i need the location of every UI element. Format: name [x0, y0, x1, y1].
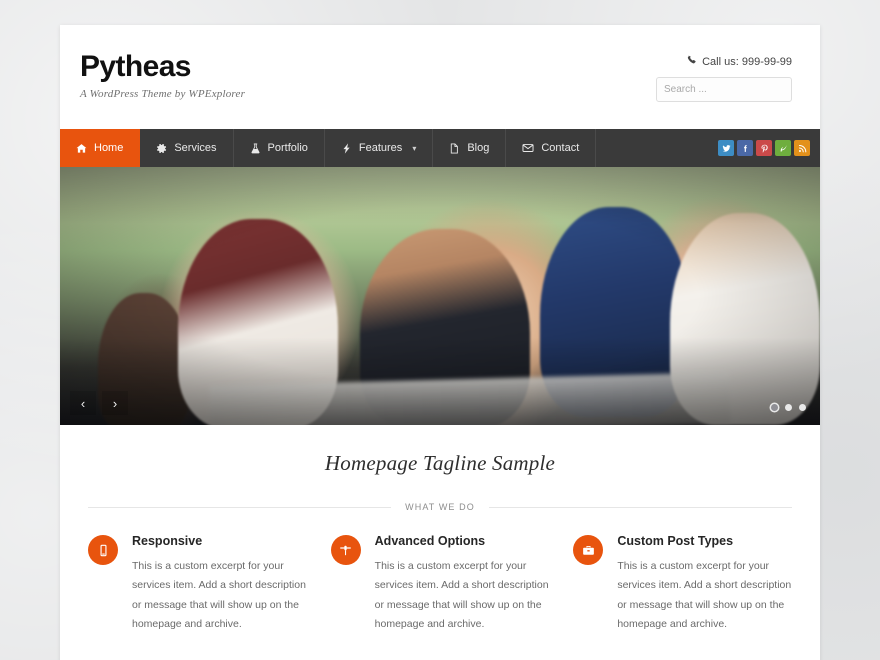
bolt-icon	[341, 142, 352, 154]
slider-dot-1[interactable]	[771, 404, 778, 411]
service-title[interactable]: Custom Post Types	[617, 534, 792, 548]
facebook-icon[interactable]	[737, 140, 753, 156]
service-text: This is a custom excerpt for your servic…	[374, 560, 549, 631]
mobile-icon	[88, 535, 118, 565]
file-icon	[449, 143, 460, 154]
search-input[interactable]	[657, 78, 791, 101]
call-us-text: Call us: 999-99-99	[702, 55, 792, 68]
service-title[interactable]: Responsive	[132, 534, 307, 548]
pinterest-icon[interactable]	[756, 140, 772, 156]
service-body: Responsive This is a custom excerpt for …	[132, 534, 307, 635]
slider-dot-3[interactable]	[799, 404, 806, 411]
service-item[interactable]: Custom Post Types This is a custom excer…	[573, 534, 792, 635]
chevron-right-icon[interactable]: ›	[102, 391, 128, 415]
nav-label-contact: Contact	[541, 142, 580, 154]
site-description: A WordPress Theme by WPExplorer	[80, 87, 246, 100]
social-icons	[718, 129, 820, 167]
section-rule-right	[488, 506, 793, 508]
nav-label-features: Features	[358, 142, 403, 154]
service-text: This is a custom excerpt for your servic…	[617, 560, 792, 631]
service-item[interactable]: Responsive This is a custom excerpt for …	[88, 534, 307, 635]
nav-item-services[interactable]: Services	[140, 129, 234, 167]
section-heading-label: WHAT WE DO	[405, 502, 475, 512]
nav-item-blog[interactable]: Blog	[433, 129, 507, 167]
briefcase-icon	[573, 535, 604, 565]
slider-arrows: ‹ ›	[70, 391, 128, 415]
search-form[interactable]	[656, 77, 792, 102]
rss-icon[interactable]	[794, 140, 810, 156]
section-heading-what-we-do: WHAT WE DO	[88, 502, 793, 512]
main-navigation: Home Services Portfolio Features ▾ Blog …	[60, 129, 820, 167]
section-rule-left	[88, 506, 392, 508]
nav-label-portfolio: Portfolio	[267, 142, 308, 154]
service-title[interactable]: Advanced Options	[375, 534, 550, 548]
twitter-icon[interactable]	[718, 140, 734, 156]
service-body: Advanced Options This is a custom excerp…	[375, 534, 550, 635]
nav-label-blog: Blog	[467, 142, 490, 154]
call-us: Call us: 999-99-99	[656, 55, 792, 68]
site-container: Pytheas A WordPress Theme by WPExplorer …	[60, 25, 820, 660]
nav-items: Home Services Portfolio Features ▾ Blog …	[60, 129, 597, 167]
homepage-slider[interactable]: ‹ ›	[60, 167, 820, 425]
slide-image	[60, 167, 820, 425]
nav-item-portfolio[interactable]: Portfolio	[234, 129, 325, 167]
nav-label-services: Services	[174, 142, 217, 154]
branding: Pytheas A WordPress Theme by WPExplorer	[80, 51, 245, 100]
site-header: Pytheas A WordPress Theme by WPExplorer …	[60, 25, 820, 129]
nav-item-contact[interactable]: Contact	[506, 129, 597, 167]
chevron-left-icon[interactable]: ‹	[70, 391, 96, 415]
service-body: Custom Post Types This is a custom excer…	[617, 534, 792, 635]
envelope-icon	[522, 142, 534, 154]
slide-vignette	[60, 167, 820, 425]
sliders-icon	[330, 535, 361, 565]
service-text: This is a custom excerpt for your servic…	[132, 560, 306, 631]
slider-dot-2[interactable]	[785, 404, 792, 411]
flask-icon	[250, 143, 261, 154]
homepage-content: Homepage Tagline Sample WHAT WE DO Respo…	[60, 425, 820, 660]
chevron-down-icon: ▾	[412, 143, 417, 153]
home-icon	[76, 143, 87, 154]
nav-item-home[interactable]: Home	[60, 129, 141, 167]
phone-icon	[687, 55, 697, 68]
nav-item-features[interactable]: Features ▾	[325, 129, 434, 167]
homepage-tagline: Homepage Tagline Sample	[324, 451, 556, 475]
services-grid: Responsive This is a custom excerpt for …	[88, 534, 792, 660]
nav-label-home: Home	[94, 142, 124, 154]
site-title[interactable]: Pytheas	[80, 51, 245, 83]
gear-icon	[156, 143, 167, 154]
envato-icon[interactable]	[775, 140, 791, 156]
service-item[interactable]: Advanced Options This is a custom excerp…	[330, 534, 550, 635]
slider-dots	[771, 404, 806, 411]
header-right: Call us: 999-99-99	[656, 51, 792, 102]
